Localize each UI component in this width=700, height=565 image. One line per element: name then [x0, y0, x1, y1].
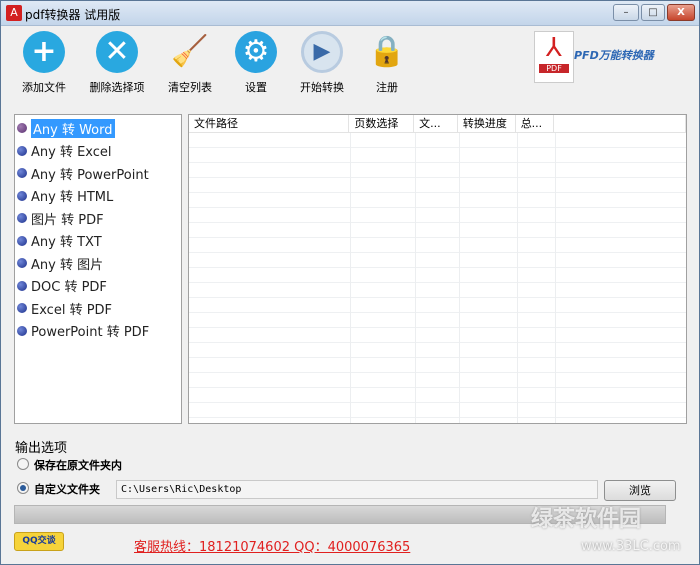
- bullet-icon: [17, 213, 27, 224]
- pdf-app-icon: A: [6, 5, 22, 21]
- output-options-title: 输出选项: [15, 441, 68, 456]
- close-button[interactable]: X: [667, 4, 695, 21]
- lock-icon: 🔒: [368, 34, 406, 69]
- toolbar-button-1[interactable]: ✕ 删除选择项: [80, 31, 154, 95]
- add-icon: +: [23, 31, 65, 73]
- toolbar-label: 设置: [245, 81, 267, 94]
- conversion-item[interactable]: Any 转 Word: [15, 117, 181, 140]
- gear-icon: ⚙: [235, 31, 277, 73]
- save-original-label[interactable]: 保存在原文件夹内: [34, 457, 122, 473]
- toolbar-label: 开始转换: [300, 81, 344, 94]
- conversion-item[interactable]: Excel 转 PDF: [15, 297, 181, 320]
- bullet-icon: [17, 235, 27, 246]
- bullet-icon: [17, 123, 27, 134]
- column-header[interactable]: 文件路径: [189, 115, 350, 133]
- hotline-link[interactable]: 客服热线：18121074602 QQ：4000076365: [134, 536, 410, 555]
- conversion-item[interactable]: Any 转 PowerPoint: [15, 162, 181, 185]
- conversion-label: Any 转 Excel: [31, 145, 112, 161]
- conversion-item[interactable]: Any 转 图片: [15, 252, 181, 275]
- conversion-label: DOC 转 PDF: [31, 280, 107, 296]
- broom-icon: 🧹: [171, 34, 209, 69]
- conversion-item[interactable]: 图片 转 PDF: [15, 207, 181, 230]
- watermark-url: www.33LC.com: [581, 539, 681, 554]
- conversion-label: Any 转 图片: [31, 257, 104, 273]
- toolbar-label: 删除选择项: [89, 81, 145, 94]
- conversion-label: Any 转 PowerPoint: [31, 167, 149, 183]
- window-title: pdf转换器 试用版: [25, 8, 121, 22]
- conversion-label: Any 转 HTML: [31, 190, 114, 206]
- conversion-item[interactable]: PowerPoint 转 PDF: [15, 320, 181, 343]
- play-icon: ▶: [301, 31, 343, 73]
- bullet-icon: [17, 280, 27, 291]
- browse-button[interactable]: 浏览: [604, 480, 676, 501]
- title-bar: A pdf转换器 试用版 – □ X: [1, 1, 699, 26]
- pdf-badge: PDF: [539, 64, 569, 73]
- file-table: 文件路径 页数选择 文... 转换进度 总...: [188, 114, 687, 424]
- column-header[interactable]: 总...: [516, 115, 554, 133]
- logo-text: PFD万能转换器: [574, 49, 654, 62]
- table-body[interactable]: [189, 133, 686, 423]
- conversion-label: Any 转 TXT: [31, 235, 102, 251]
- conversion-label: Excel 转 PDF: [31, 302, 113, 318]
- toolbar-label: 清空列表: [168, 81, 212, 94]
- save-original-radio[interactable]: [17, 458, 29, 470]
- column-header[interactable]: [554, 115, 686, 133]
- pdf-logo: ⅄ PDF: [534, 31, 574, 83]
- app-window: A pdf转换器 试用版 – □ X + 添加文件 ✕ 删除选择项 🧹 清空列表 ⚙ 设置 ▶ 开…: [0, 0, 700, 565]
- conversion-type-list: Any 转 Word Any 转 Excel Any 转 PowerPoint Any…: [14, 114, 182, 424]
- conversion-label: PowerPoint 转 PDF: [31, 325, 150, 341]
- table-header: 文件路径 页数选择 文... 转换进度 总...: [189, 115, 686, 133]
- column-header[interactable]: 转换进度: [458, 115, 516, 133]
- minimize-button[interactable]: –: [613, 4, 639, 21]
- conversion-item[interactable]: Any 转 Excel: [15, 140, 181, 163]
- toolbar-button-0[interactable]: + 添加文件: [7, 31, 81, 95]
- conversion-item[interactable]: Any 转 TXT: [15, 230, 181, 253]
- column-header[interactable]: 页数选择: [349, 115, 415, 133]
- toolbar-button-3[interactable]: ⚙ 设置: [219, 31, 293, 95]
- bullet-icon: [17, 258, 27, 269]
- conversion-item[interactable]: DOC 转 PDF: [15, 275, 181, 298]
- maximize-button[interactable]: □: [641, 4, 665, 21]
- conversion-item[interactable]: Any 转 HTML: [15, 185, 181, 208]
- toolbar-label: 添加文件: [22, 81, 66, 94]
- bullet-icon: [17, 325, 27, 336]
- qq-chat-button[interactable]: QQ交谈: [14, 532, 64, 551]
- delete-icon: ✕: [96, 31, 138, 73]
- custom-folder-radio[interactable]: [17, 482, 29, 494]
- bullet-icon: [17, 168, 27, 179]
- conversion-label: 图片 转 PDF: [31, 212, 104, 228]
- bullet-icon: [17, 145, 27, 156]
- toolbar-button-4[interactable]: ▶ 开始转换: [285, 31, 359, 95]
- bullet-icon: [17, 303, 27, 314]
- toolbar-button-2[interactable]: 🧹 清空列表: [153, 31, 227, 95]
- output-path-input[interactable]: C:\Users\Ric\Desktop: [116, 480, 598, 499]
- toolbar-button-5[interactable]: 🔒 注册: [350, 31, 424, 95]
- custom-folder-label[interactable]: 自定义文件夹: [34, 481, 100, 497]
- toolbar-label: 注册: [376, 81, 398, 94]
- watermark-name: 绿茶软件园: [531, 507, 642, 532]
- column-header[interactable]: 文...: [414, 115, 458, 133]
- bullet-icon: [17, 190, 27, 201]
- conversion-label: Any 转 Word: [31, 118, 115, 138]
